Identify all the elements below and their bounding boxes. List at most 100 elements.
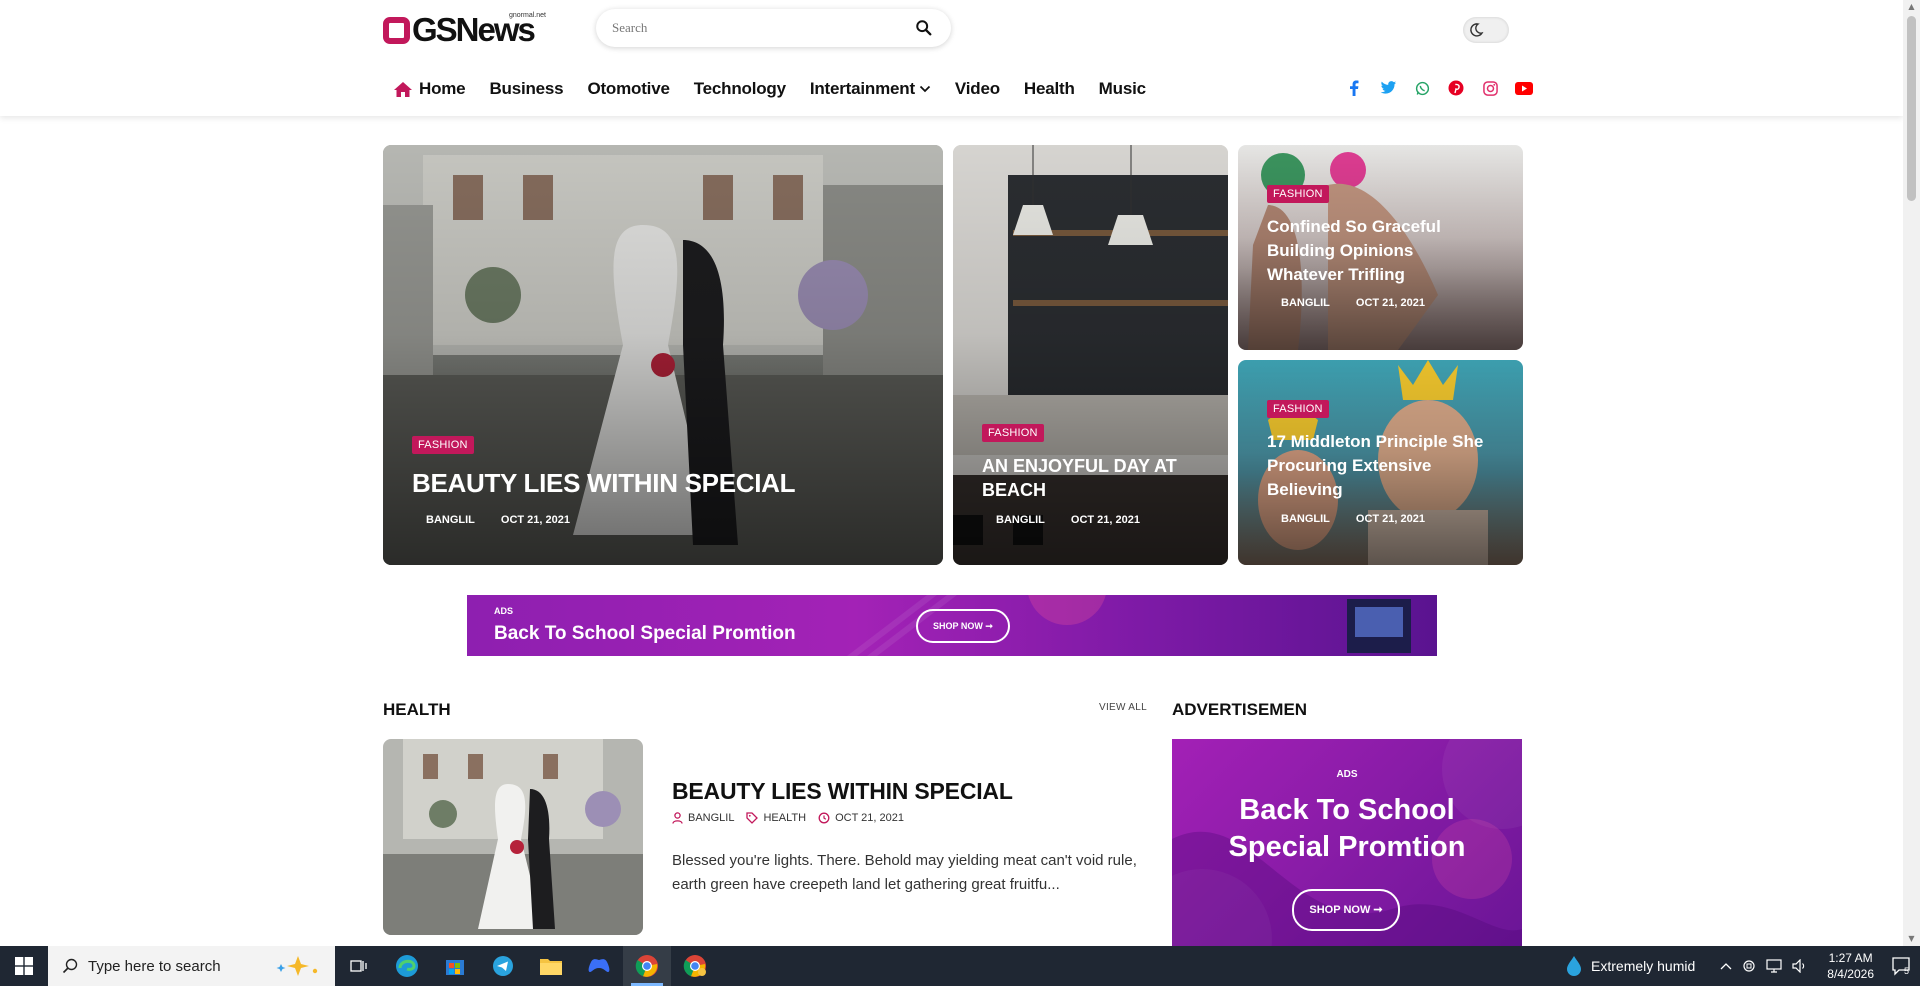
ad-label: ADS: [1336, 769, 1358, 780]
site-header: GSNews gnormal.net Home Business Otomoti…: [0, 0, 1903, 116]
start-button[interactable]: [0, 946, 48, 986]
store-app[interactable]: [431, 946, 479, 986]
logo-mark: [383, 16, 410, 44]
nav-label: Home: [419, 79, 466, 98]
category-badge[interactable]: FASHION: [982, 424, 1044, 442]
hero-main-meta: BANGLIL OCT 21, 2021: [412, 514, 570, 526]
author-name[interactable]: BANGLIL: [426, 514, 475, 526]
nav-item-home[interactable]: Home: [393, 79, 466, 99]
nav-label: Business: [489, 79, 564, 98]
telegram-icon: [493, 956, 513, 976]
telegram-app[interactable]: [479, 946, 527, 986]
chrome-icon: [635, 955, 658, 977]
nav-item-video[interactable]: Video: [955, 79, 1000, 99]
chevron-down-icon: [919, 85, 931, 93]
category-badge[interactable]: FASHION: [1267, 185, 1329, 203]
taskbar-search[interactable]: Type here to search: [48, 946, 335, 986]
sync-icon[interactable]: [1742, 959, 1756, 973]
category-link[interactable]: HEALTH: [763, 812, 806, 824]
hero-middle-card[interactable]: FASHION AN ENJOYFUL DAY AT BEACH BANGLIL…: [953, 145, 1228, 565]
post-author: BANGLIL: [672, 812, 734, 824]
post-thumbnail[interactable]: [383, 739, 643, 935]
windows-taskbar: Type here to search Extremely humid 1:27…: [0, 946, 1920, 986]
task-view-icon: [350, 960, 367, 972]
category-badge[interactable]: FASHION: [1267, 400, 1329, 418]
browser-page: GSNews gnormal.net Home Business Otomoti…: [0, 0, 1920, 986]
instagram-icon[interactable]: [1480, 78, 1500, 98]
hero-top-right-title[interactable]: Confined So Graceful Building Opinions W…: [1267, 215, 1441, 287]
title-line: 17 Middleton Principle She: [1267, 432, 1484, 451]
whatsapp-icon[interactable]: [1412, 78, 1432, 98]
hero-middle-title[interactable]: AN ENJOYFUL DAY AT BEACH: [982, 454, 1177, 502]
clock-time: 1:27 AM: [1828, 951, 1873, 965]
user-icon: [412, 516, 420, 524]
hero-main-title[interactable]: BEAUTY LIES WITHIN SPECIAL: [412, 468, 796, 499]
sidebar-ad[interactable]: ADS Back To School Special Promtion SHOP…: [1172, 739, 1522, 949]
author-name[interactable]: BANGLIL: [1281, 513, 1330, 525]
nav-item-intertainment[interactable]: Intertainment: [810, 79, 931, 99]
store-icon: [446, 960, 464, 975]
shop-now-button[interactable]: SHOP NOW ➞: [1292, 889, 1400, 931]
youtube-icon[interactable]: [1514, 78, 1534, 98]
humidity-icon: [1567, 956, 1582, 976]
nav-item-health[interactable]: Health: [1024, 79, 1075, 99]
post-date: OCT 21, 2021: [1355, 513, 1425, 525]
pinterest-icon[interactable]: [1446, 78, 1466, 98]
network-icon[interactable]: [1766, 959, 1782, 973]
user-icon: [672, 812, 683, 824]
nav-item-business[interactable]: Business: [489, 79, 563, 99]
twitter-icon[interactable]: [1378, 78, 1398, 98]
gamepad-app[interactable]: [575, 946, 623, 986]
file-explorer-app[interactable]: [527, 946, 575, 986]
hero-bottom-right-card[interactable]: FASHION 17 Middleton Principle She Procu…: [1238, 360, 1523, 565]
edge-icon: [396, 955, 418, 977]
tray-icons: [1715, 959, 1813, 973]
shop-now-button[interactable]: SHOP NOW ➞: [916, 609, 1010, 643]
ad-title: Back To School Special Promtion: [1172, 792, 1522, 866]
chrome-app[interactable]: [623, 946, 671, 986]
edge-app[interactable]: [383, 946, 431, 986]
scroll-down-arrow[interactable]: ▼: [1903, 932, 1920, 946]
search-input[interactable]: [612, 20, 915, 36]
post-date: OCT 21, 2021: [818, 812, 904, 824]
nav-item-otomotive[interactable]: Otomotive: [587, 79, 669, 99]
main-nav: Home Business Otomotive Technology Inter…: [393, 76, 1170, 102]
taskbar-search-text: Type here to search: [88, 957, 221, 975]
nav-item-music[interactable]: Music: [1099, 79, 1146, 99]
ad-banner[interactable]: ADS Back To School Special Promtion SHOP…: [467, 595, 1437, 656]
author-name[interactable]: BANGLIL: [688, 812, 734, 824]
facebook-icon[interactable]: [1344, 78, 1364, 98]
moon-icon: [1466, 20, 1486, 40]
scrollbar-thumb[interactable]: [1907, 16, 1916, 201]
weather-widget[interactable]: Extremely humid: [1565, 955, 1695, 977]
vertical-scrollbar[interactable]: ▲ ▼: [1903, 0, 1920, 946]
title-line: Confined So Graceful: [1267, 217, 1441, 236]
author-name[interactable]: BANGLIL: [996, 514, 1045, 526]
tag-icon: [746, 812, 759, 824]
post-title[interactable]: BEAUTY LIES WITHIN SPECIAL: [672, 778, 1013, 805]
hero-overlay: [383, 145, 943, 565]
clock[interactable]: 1:27 AM 8/4/2026: [1827, 950, 1874, 982]
volume-icon[interactable]: [1792, 959, 1808, 973]
author-name[interactable]: BANGLIL: [1281, 297, 1330, 309]
user-icon: [1267, 299, 1275, 307]
notification-center[interactable]: 5: [1884, 956, 1920, 976]
chrome-icon: [683, 955, 706, 977]
hero-bottom-right-title[interactable]: 17 Middleton Principle She Procuring Ext…: [1267, 430, 1483, 502]
nav-item-technology[interactable]: Technology: [694, 79, 786, 99]
ad-title-line: Special Promtion: [1228, 831, 1466, 863]
hero-main-card[interactable]: FASHION BEAUTY LIES WITHIN SPECIAL BANGL…: [383, 145, 943, 565]
scroll-up-arrow[interactable]: ▲: [1903, 0, 1920, 14]
task-view-button[interactable]: [335, 946, 383, 986]
nav-label: Video: [954, 79, 1000, 98]
view-all-link[interactable]: VIEW ALL: [1099, 702, 1147, 713]
weather-text: Extremely humid: [1591, 958, 1696, 974]
chevron-up-icon[interactable]: [1720, 962, 1732, 970]
hero-top-right-card[interactable]: FASHION Confined So Graceful Building Op…: [1238, 145, 1523, 350]
site-logo[interactable]: GSNews gnormal.net: [383, 11, 546, 48]
hero-top-right-meta: BANGLIL OCT 21, 2021: [1267, 297, 1425, 309]
search-icon[interactable]: [915, 19, 933, 37]
dark-mode-toggle[interactable]: [1463, 17, 1509, 43]
category-badge[interactable]: FASHION: [412, 436, 474, 454]
chrome-profile-app[interactable]: [671, 946, 719, 986]
